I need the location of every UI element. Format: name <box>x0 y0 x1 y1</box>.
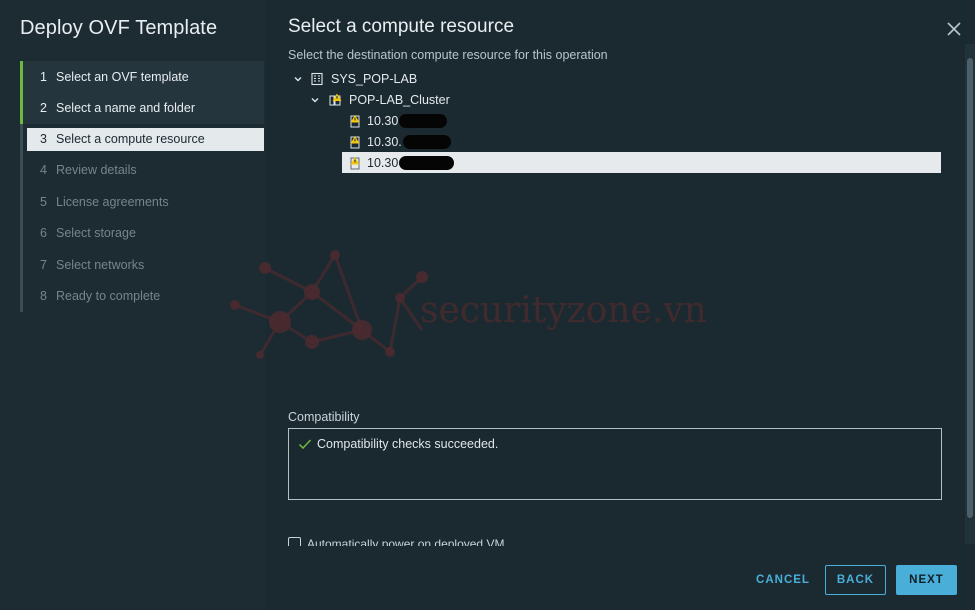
step-number: 2 <box>40 101 47 116</box>
wizard-title: Deploy OVF Template <box>20 17 218 39</box>
compatibility-status: Compatibility checks succeeded. <box>298 437 498 451</box>
tree-node-datacenter[interactable]: SYS_POP-LAB <box>292 68 417 89</box>
chevron-down-icon[interactable] <box>292 73 304 85</box>
step-number: 3 <box>40 132 47 147</box>
tree-node-cluster[interactable]: POP-LAB_Cluster <box>309 89 450 110</box>
step-select-storage: 6 Select storage <box>20 218 264 249</box>
power-on-label: Automatically power on deployed VM <box>307 537 505 546</box>
next-button[interactable]: NEXT <box>896 565 957 595</box>
wizard-footer: CANCEL BACK NEXT <box>266 546 975 610</box>
tree-node-label: 10.30. <box>367 134 402 149</box>
tree-node-host-selected[interactable]: 10.30 <box>342 152 941 173</box>
svg-text:securityzone.vn: securityzone.vn <box>420 290 707 331</box>
back-button[interactable]: BACK <box>825 565 886 595</box>
tree-node-label: 10.30 <box>367 113 399 128</box>
tree-node-label: POP-LAB_Cluster <box>349 92 450 107</box>
tree-node-label: SYS_POP-LAB <box>331 71 418 86</box>
scrollbar-thumb[interactable] <box>967 58 973 518</box>
step-review-details: 4 Review details <box>20 155 264 186</box>
redaction-mark <box>399 155 455 170</box>
datacenter-icon <box>311 72 323 85</box>
watermark-logo: securityzone.vn <box>230 250 707 359</box>
step-number: 5 <box>40 194 47 209</box>
redaction-mark <box>402 134 451 149</box>
step-select-compute-resource[interactable]: 3 Select a compute resource <box>27 127 264 151</box>
scrollbar[interactable] <box>965 44 975 544</box>
step-label: Select a name and folder <box>56 101 195 116</box>
step-label: Select storage <box>56 226 136 241</box>
compatibility-box: Compatibility checks succeeded. <box>288 428 942 500</box>
step-ready-to-complete: 8 Ready to complete <box>20 280 264 311</box>
page-title: Select a compute resource <box>288 16 515 37</box>
host-warning-icon <box>350 114 360 127</box>
step-label: License agreements <box>56 194 169 209</box>
chevron-down-icon[interactable] <box>309 94 321 106</box>
power-on-checkbox[interactable] <box>288 537 301 546</box>
compatibility-message: Compatibility checks succeeded. <box>317 437 499 451</box>
step-license-agreements: 5 License agreements <box>20 186 264 217</box>
page-subtitle: Select the destination compute resource … <box>288 48 608 62</box>
wizard-steps: 1 Select an OVF template 2 Select a name… <box>20 61 264 312</box>
tree-node-host[interactable]: 10.30 <box>346 110 626 131</box>
step-select-name-folder[interactable]: 2 Select a name and folder <box>20 92 264 125</box>
cluster-warning-icon <box>329 93 342 105</box>
step-label: Select an OVF template <box>56 69 189 84</box>
check-icon <box>298 439 312 450</box>
main-pane: Select a compute resource Select the des… <box>230 0 975 610</box>
cancel-button[interactable]: CANCEL <box>752 565 814 595</box>
step-number: 6 <box>40 226 47 241</box>
wizard-sidebar: Deploy OVF Template 1 Select an OVF temp… <box>0 0 266 610</box>
step-select-networks: 7 Select networks <box>20 249 264 280</box>
step-label: Select networks <box>56 257 145 272</box>
compatibility-label: Compatibility <box>288 410 360 424</box>
tree-node-label: 10.30 <box>367 155 399 170</box>
host-warning-icon <box>350 135 360 148</box>
step-label: Review details <box>56 163 137 178</box>
step-number: 7 <box>40 257 47 272</box>
redaction-mark <box>399 113 448 128</box>
step-select-ovf-template[interactable]: 1 Select an OVF template <box>20 61 264 93</box>
step-label: Ready to complete <box>56 289 161 304</box>
step-number: 1 <box>40 69 47 84</box>
close-icon[interactable] <box>945 20 963 38</box>
step-number: 8 <box>40 289 47 304</box>
step-label: Select a compute resource <box>56 132 205 147</box>
step-number: 4 <box>40 163 47 178</box>
power-on-option[interactable]: Automatically power on deployed VM <box>288 537 504 546</box>
host-warning-icon <box>350 156 360 169</box>
tree-node-host[interactable]: 10.30. <box>346 131 626 152</box>
